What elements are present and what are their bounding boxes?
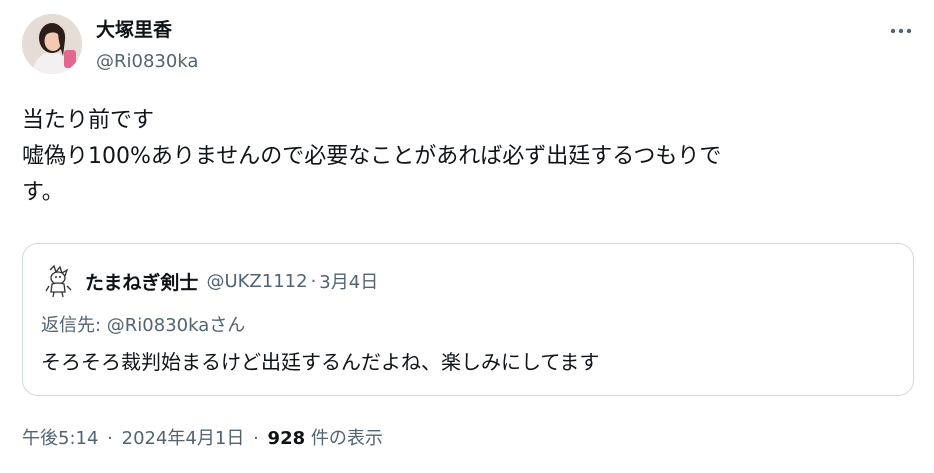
reply-to-label: 返信先: @Ri0830kaさん bbox=[41, 315, 246, 336]
views-count: 928 bbox=[267, 428, 306, 449]
quoted-author-handle[interactable]: @UKZ1112 bbox=[206, 271, 307, 292]
views-label: 件の表示 bbox=[310, 428, 383, 449]
cartoon-avatar-icon bbox=[41, 264, 75, 298]
tweet-date[interactable]: 2024年4月1日 bbox=[122, 428, 245, 449]
tweet-text: 当たり前です 嘘偽り100%ありませんので必要なことがあれば必ず出廷するつもりで… bbox=[22, 103, 882, 211]
tweet-line: す。 bbox=[22, 180, 64, 205]
more-horizontal-icon bbox=[890, 28, 912, 34]
meta-separator: · bbox=[253, 428, 259, 449]
quoted-tweet-card[interactable]: たまねぎ剣士 @UKZ1112 · 3月4日 返信先: @Ri0830kaさん … bbox=[22, 243, 914, 396]
quoted-author-name[interactable]: たまねぎ剣士 bbox=[85, 268, 198, 295]
quoted-author-avatar[interactable] bbox=[41, 264, 75, 298]
tweet-time[interactable]: 午後5:14 bbox=[22, 428, 98, 449]
author-handle[interactable]: @Ri0830ka bbox=[96, 50, 198, 74]
quoted-tweet-text: そろそろ裁判始まるけど出廷するんだよね、楽しみにしてます bbox=[41, 350, 600, 374]
meta-separator: · bbox=[107, 428, 113, 449]
author-avatar[interactable] bbox=[22, 14, 82, 74]
author-name[interactable]: 大塚里香 bbox=[96, 18, 172, 42]
tweet-line: 当たり前です bbox=[22, 108, 155, 133]
avatar-image bbox=[22, 14, 82, 74]
quoted-tweet-date[interactable]: 3月4日 bbox=[319, 268, 378, 294]
meta-separator: · bbox=[310, 270, 317, 292]
tweet-line: 嘘偽り100%ありませんので必要なことがあれば必ず出廷するつもりで bbox=[22, 144, 722, 169]
more-button[interactable] bbox=[884, 20, 918, 42]
tweet-footer: 午後5:14 · 2024年4月1日 · 928 件の表示 bbox=[22, 427, 383, 451]
quoted-tweet-header: たまねぎ剣士 @UKZ1112 · 3月4日 bbox=[41, 264, 378, 298]
